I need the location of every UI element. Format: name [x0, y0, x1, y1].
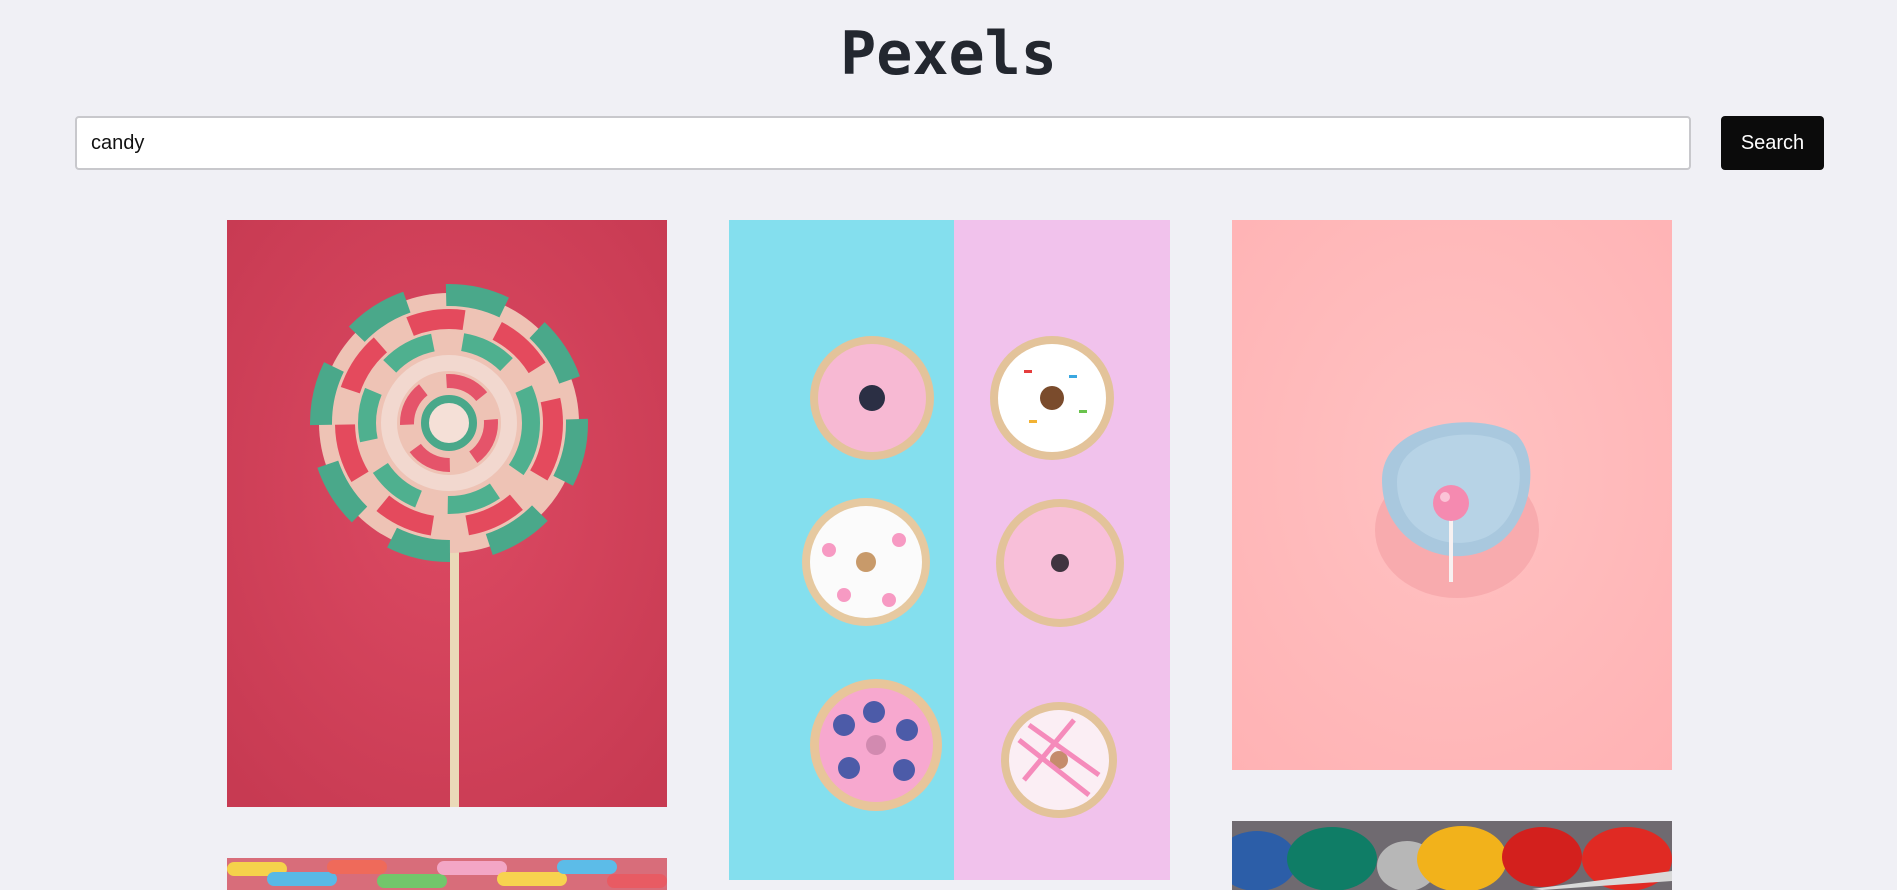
donuts-photo[interactable]: [729, 220, 1170, 880]
page: Pexels Search: [0, 0, 1897, 890]
gummy-worms-image: [227, 858, 667, 890]
lollipop-swirl-image: [227, 220, 667, 807]
donuts-image: [729, 220, 1170, 880]
pink-lollipop-plate-photo[interactable]: [1232, 220, 1672, 770]
search-input[interactable]: [75, 116, 1691, 170]
pink-lollipop-plate-image: [1232, 220, 1672, 770]
gummy-bears-image: [1232, 821, 1672, 890]
gummy-worms-photo[interactable]: [227, 858, 667, 890]
search-button[interactable]: Search: [1721, 116, 1824, 170]
lollipop-swirl-photo[interactable]: [227, 220, 667, 807]
gummy-bears-photo[interactable]: [1232, 821, 1672, 890]
page-title: Pexels: [840, 19, 1057, 89]
